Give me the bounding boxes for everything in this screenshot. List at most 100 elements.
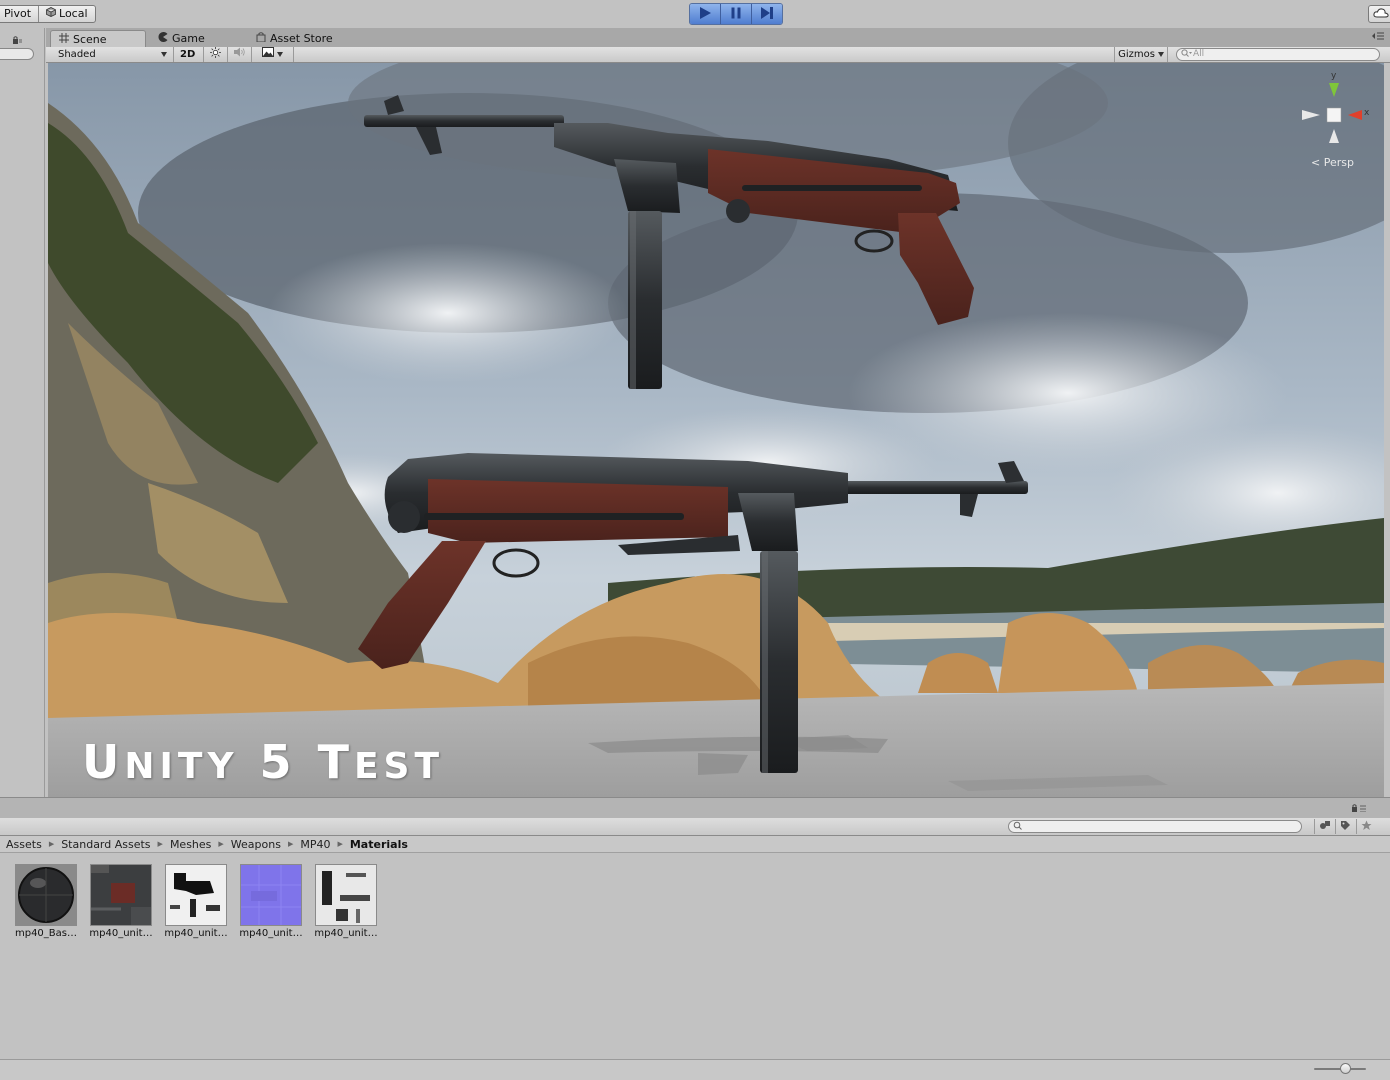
pivot-button[interactable]: Pivot xyxy=(0,6,40,22)
tab-asset-store-label: Asset Store xyxy=(270,32,333,45)
scene-search-placeholder: All xyxy=(1193,49,1205,59)
occlusion-texture-thumbnail xyxy=(315,864,377,926)
sun-icon xyxy=(210,46,221,63)
gizmo-x-label: x xyxy=(1364,108,1370,118)
asset-item[interactable]: mp40_unit… xyxy=(88,864,154,939)
shopping-bag-icon xyxy=(256,30,266,47)
mask-texture-thumbnail xyxy=(165,864,227,926)
scene-search-input[interactable]: All xyxy=(1176,48,1380,61)
scene-lighting-toggle[interactable] xyxy=(204,46,228,63)
favorites-button[interactable] xyxy=(1356,819,1376,834)
scene-viewport[interactable]: y x < Persp UNITY 5 TEST xyxy=(48,63,1384,797)
lock-icon[interactable] xyxy=(12,36,22,47)
hierarchy-search-input[interactable] xyxy=(0,48,34,60)
asset-label: mp40_unit… xyxy=(164,928,228,939)
chevron-right-icon: ▶ xyxy=(157,840,163,848)
breadcrumb: Assets ▶ Standard Assets ▶ Meshes ▶ Weap… xyxy=(0,836,1390,853)
cloud-button[interactable] xyxy=(1368,5,1390,23)
grid-icon xyxy=(59,31,69,48)
playback-controls xyxy=(689,3,783,25)
gizmos-dropdown[interactable]: Gizmos xyxy=(1114,47,1168,62)
gizmos-label: Gizmos xyxy=(1118,49,1155,60)
scene-control-bar: Shaded 2D Gizmos All xyxy=(46,46,1390,63)
scene-audio-toggle[interactable] xyxy=(228,47,252,62)
project-search-input[interactable] xyxy=(1008,820,1302,833)
shading-mode-label: Shaded xyxy=(58,49,96,60)
tag-icon xyxy=(1340,820,1351,834)
step-icon xyxy=(760,6,774,23)
filter-by-label-button[interactable] xyxy=(1335,819,1355,834)
breadcrumb-item-materials[interactable]: Materials xyxy=(349,838,409,851)
pacman-icon xyxy=(158,30,168,47)
normal-map-thumbnail xyxy=(240,864,302,926)
dropdown-arrow-icon xyxy=(1157,47,1164,62)
lock-icon[interactable] xyxy=(1352,804,1366,815)
asset-grid: mp40_Bas… mp40_unit… mp40_unit… mp40_uni… xyxy=(0,853,1390,1059)
shapes-icon xyxy=(1319,820,1331,833)
pause-button[interactable] xyxy=(721,4,752,24)
2d-label: 2D xyxy=(180,49,196,60)
tab-asset-store[interactable]: Asset Store xyxy=(248,30,341,47)
play-button[interactable] xyxy=(690,4,721,24)
search-icon xyxy=(1013,821,1023,834)
asset-label: mp40_unit… xyxy=(239,928,303,939)
persp-label: Persp xyxy=(1323,156,1354,169)
project-status-bar xyxy=(0,1059,1390,1080)
title-part: NITY xyxy=(124,746,239,787)
cube-icon xyxy=(46,6,56,22)
asset-item[interactable]: mp40_unit… xyxy=(313,864,379,939)
material-sphere-thumbnail xyxy=(15,864,77,926)
hierarchy-panel-edge xyxy=(0,28,45,798)
panel-splitter[interactable] xyxy=(0,797,1390,818)
step-button[interactable] xyxy=(752,4,782,24)
tab-game[interactable]: Game xyxy=(150,30,213,47)
star-icon xyxy=(1361,820,1372,834)
view-tab-bar: Scene Game Asset Store xyxy=(46,28,1390,47)
asset-label: mp40_unit… xyxy=(89,928,153,939)
breadcrumb-item-weapons[interactable]: Weapons xyxy=(230,838,282,851)
dropdown-arrow-icon xyxy=(277,47,283,62)
title-part: T xyxy=(317,735,354,789)
search-icon xyxy=(1181,49,1192,62)
title-part: 5 xyxy=(238,735,318,789)
speaker-icon xyxy=(234,47,245,62)
title-part: U xyxy=(82,735,125,789)
scene-effects-dropdown[interactable] xyxy=(252,47,294,62)
breadcrumb-item-assets[interactable]: Assets xyxy=(5,838,43,851)
breadcrumb-item-standard-assets[interactable]: Standard Assets xyxy=(60,838,151,851)
thumbnail-size-slider-handle[interactable] xyxy=(1340,1063,1351,1074)
gizmo-y-label: y xyxy=(1331,71,1337,81)
tab-game-label: Game xyxy=(172,32,205,45)
chevron-right-icon: ▶ xyxy=(337,840,343,848)
asset-label: mp40_Bas… xyxy=(14,928,77,939)
image-icon xyxy=(262,47,274,62)
asset-item[interactable]: mp40_Bas… xyxy=(13,864,79,939)
main-toolbar: Pivot Local xyxy=(0,0,1390,28)
2d-mode-toggle[interactable]: 2D xyxy=(174,47,204,62)
pivot-label: Pivot xyxy=(4,7,32,20)
scene-render xyxy=(48,63,1384,797)
breadcrumb-item-mp40[interactable]: MP40 xyxy=(299,838,331,851)
persp-icon: < xyxy=(1311,156,1321,169)
tab-scene[interactable]: Scene xyxy=(50,30,146,47)
filter-by-type-button[interactable] xyxy=(1314,819,1334,834)
local-button[interactable]: Local xyxy=(39,6,95,22)
chevron-right-icon: ▶ xyxy=(287,840,294,848)
pause-icon xyxy=(730,7,742,22)
title-part: EST xyxy=(353,746,445,787)
dropdown-arrow-icon xyxy=(161,47,167,62)
chevron-right-icon: ▶ xyxy=(218,840,224,848)
cloud-icon xyxy=(1373,7,1389,21)
local-label: Local xyxy=(59,7,88,20)
scene-title-text: UNITY 5 TEST xyxy=(82,735,444,789)
shading-mode-dropdown[interactable]: Shaded xyxy=(52,47,174,62)
tab-options-icon[interactable] xyxy=(1372,32,1384,43)
asset-item[interactable]: mp40_unit… xyxy=(238,864,304,939)
project-toolbar xyxy=(0,818,1390,836)
tab-scene-label: Scene xyxy=(73,32,107,46)
albedo-texture-thumbnail xyxy=(90,864,152,926)
breadcrumb-item-meshes[interactable]: Meshes xyxy=(169,838,212,851)
projection-toggle[interactable]: < Persp xyxy=(1311,156,1354,169)
asset-item[interactable]: mp40_unit… xyxy=(163,864,229,939)
pivot-local-toggle: Pivot Local xyxy=(0,5,96,23)
